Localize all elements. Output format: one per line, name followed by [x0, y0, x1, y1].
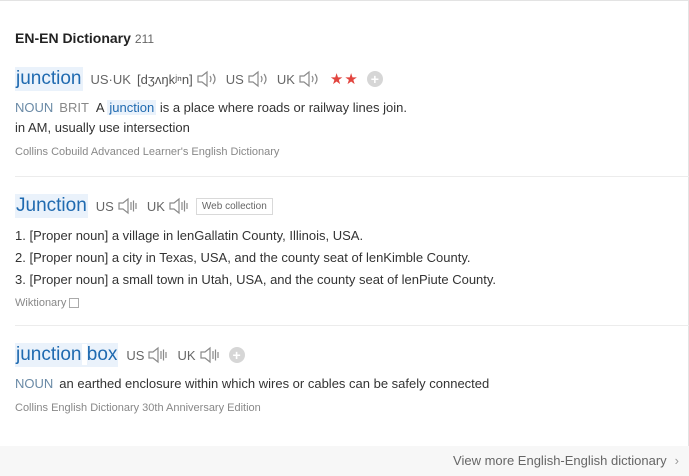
- dictionary-title: EN-EN Dictionary: [15, 30, 131, 46]
- source-name: Collins Cobuild Advanced Learner's Engli…: [15, 146, 280, 158]
- top-border: [0, 0, 689, 1]
- source-label: Collins Cobuild Advanced Learner's Engli…: [15, 146, 689, 158]
- source-name: Collins English Dictionary 30th Annivers…: [15, 402, 261, 414]
- headword-part: box: [86, 344, 118, 365]
- speaker-icon[interactable]: [199, 346, 221, 364]
- pron-label-uk: UK: [177, 347, 196, 363]
- view-more-label: View more English-English dictionary: [453, 453, 667, 468]
- source-label: Collins English Dictionary 30th Annivers…: [15, 402, 689, 414]
- ipa-transcription: [dʒʌŋkʲⁿn]: [136, 71, 193, 87]
- web-collection-tag[interactable]: Web collection: [195, 197, 273, 215]
- entry-head: junction US·UK [dʒʌŋkʲⁿn] US UK ★★ +: [15, 66, 689, 92]
- footer-bar: View more English-English dictionary ›: [0, 446, 689, 476]
- speaker-icon[interactable]: [117, 197, 139, 215]
- frequency-stars: ★★: [329, 71, 359, 88]
- part-of-speech: NOUN: [15, 100, 54, 115]
- divider: [15, 176, 689, 177]
- definition-list: 1. [Proper noun] a village in lenGallati…: [15, 225, 689, 291]
- headword[interactable]: Junction: [15, 194, 88, 218]
- view-more-link[interactable]: View more English-English dictionary ›: [453, 453, 679, 468]
- definition-item: 1. [Proper noun] a village in lenGallati…: [15, 228, 364, 243]
- definition-text: an earthed enclosure within which wires …: [59, 376, 490, 391]
- speaker-icon[interactable]: [168, 197, 190, 215]
- entry-head: junction box US UK +: [15, 342, 689, 368]
- chevron-right-icon: ›: [674, 453, 679, 468]
- source-label: Wiktionary: [15, 297, 689, 309]
- external-link-icon[interactable]: [69, 298, 80, 308]
- divider: [15, 325, 689, 326]
- headword[interactable]: junction: [15, 67, 83, 91]
- speaker-icon[interactable]: [147, 346, 169, 364]
- region-label: BRIT: [59, 100, 89, 115]
- entry-head: Junction US UK Web collection: [15, 193, 689, 219]
- dictionary-section-title: EN-EN Dictionary 211: [15, 30, 154, 46]
- pron-label-us: US: [126, 347, 145, 363]
- speaker-icon[interactable]: [247, 70, 269, 88]
- result-count: 211: [134, 32, 155, 46]
- add-icon[interactable]: +: [228, 347, 245, 363]
- definition: NOUN an earthed enclosure within which wi…: [15, 374, 689, 394]
- pron-label-uk: UK: [276, 71, 295, 87]
- pron-label-us-uk: US·UK: [90, 71, 131, 87]
- source-name[interactable]: Wiktionary: [15, 297, 66, 309]
- entry-junction-proper: Junction US UK Web collection 1. [Proper…: [15, 193, 689, 309]
- pron-label-us: US: [225, 71, 244, 87]
- part-of-speech: NOUN: [15, 376, 54, 391]
- definition-prefix: A: [95, 100, 104, 115]
- pron-label-uk: UK: [146, 198, 165, 214]
- speaker-icon[interactable]: [298, 70, 320, 88]
- add-icon[interactable]: +: [366, 71, 383, 87]
- definition-text: is a place where roads or railway lines …: [159, 100, 407, 115]
- headword[interactable]: junction box: [15, 343, 119, 367]
- definition-item: 3. [Proper noun] a small town in Utah, U…: [15, 272, 497, 287]
- entry-junction-box: junction box US UK + NOUN an earthed encl…: [15, 342, 689, 414]
- definition: NOUN BRIT A junction is a place where roa…: [15, 98, 689, 118]
- pron-label-us: US: [95, 198, 114, 214]
- usage-note: in AM, usually use intersection: [15, 120, 190, 135]
- entry-junction: junction US·UK [dʒʌŋkʲⁿn] US UK ★★ + NOU…: [15, 66, 689, 158]
- definition-item: 2. [Proper noun] a city in Texas, USA, a…: [15, 250, 471, 265]
- headword-part: junction: [16, 344, 82, 365]
- definition-highlight: junction: [107, 100, 157, 115]
- speaker-icon[interactable]: [196, 70, 218, 88]
